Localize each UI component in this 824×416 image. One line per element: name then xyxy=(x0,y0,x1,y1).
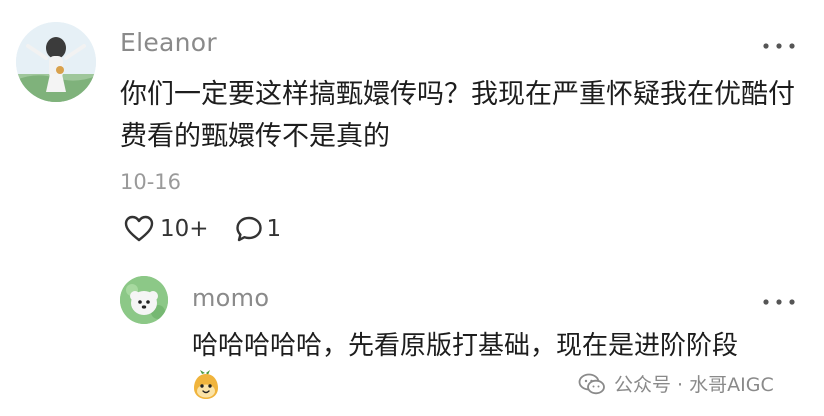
wechat-icon xyxy=(578,373,605,394)
reply-button[interactable]: 1 xyxy=(235,215,282,243)
avatar-illustration xyxy=(120,276,168,324)
comment-author[interactable]: Eleanor xyxy=(120,28,217,57)
cute-face-emoji-icon xyxy=(192,370,220,400)
like-count: 10+ xyxy=(160,216,209,242)
reply-text: 哈哈哈哈哈，先看原版打基础，现在是进阶阶段 xyxy=(192,331,739,361)
watermark: 公众号 · 水哥AIGC xyxy=(578,370,774,397)
comment-text: 你们一定要这样搞甄嬛传吗？我现在严重怀疑我在优酷付费看的甄嬛传不是真的 xyxy=(120,79,795,152)
watermark-text: 公众号 · 水哥AIGC xyxy=(614,374,774,396)
comment-thread: Eleanor 你们一定要这样搞甄嬛传吗？我现在严重怀疑我在优酷付费看的甄嬛传不… xyxy=(0,0,824,416)
reply-author[interactable]: momo xyxy=(192,284,269,312)
comment-date: 10-16 xyxy=(120,170,182,194)
more-dots-icon[interactable] xyxy=(762,34,796,54)
avatar[interactable] xyxy=(16,22,96,102)
like-button[interactable]: 10+ xyxy=(124,215,209,243)
reply-avatar[interactable] xyxy=(120,276,168,324)
heart-outline-icon xyxy=(124,215,154,242)
more-dots-icon[interactable] xyxy=(762,290,796,310)
comment-actions: 10+ 1 xyxy=(124,212,281,246)
reply-count: 1 xyxy=(266,216,282,242)
speech-bubble-icon xyxy=(235,216,262,242)
avatar-illustration xyxy=(16,22,96,102)
